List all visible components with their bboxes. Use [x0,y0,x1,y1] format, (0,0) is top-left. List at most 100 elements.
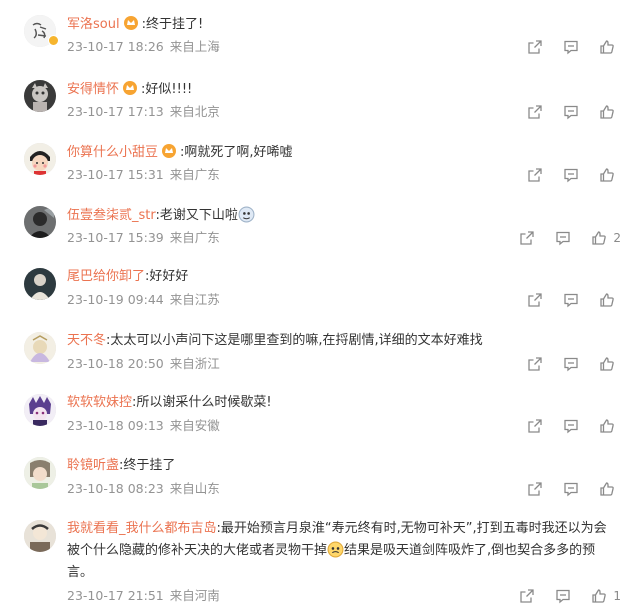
username[interactable]: 军洛soul [67,17,120,32]
emoji-icon [327,541,344,558]
share-icon [528,293,542,307]
like-count: 1 [613,589,621,603]
comment-location: 来自广东 [169,167,220,182]
comment-location: 来自浙江 [169,356,220,371]
comment-list: 军洛soul:终于挂了! 23-10-17 18:26 来自上海 安得情怀:好似!… [0,0,633,616]
avatar[interactable] [24,206,56,238]
avatar[interactable] [24,80,56,112]
comment-location: 来自上海 [169,39,220,54]
like-button[interactable] [599,481,621,497]
comment-icon [564,105,578,120]
avatar[interactable] [24,394,56,426]
avatar[interactable] [24,332,56,364]
share-icon [520,589,535,603]
reply-button[interactable] [563,39,579,55]
comment-location: 来自山东 [169,481,220,496]
comment-time: 23-10-17 15:39 [67,230,164,245]
share-button[interactable] [527,481,543,497]
thumbs-up-icon [600,357,614,371]
comment-icon [556,231,571,246]
username[interactable]: 软软软妹控 [67,395,132,410]
comment-time: 23-10-18 20:50 [67,356,164,371]
comment-icon [564,168,578,183]
comment-location: 来自河南 [169,588,220,603]
share-icon [528,40,542,54]
thumbs-up-icon [600,482,614,496]
share-icon [528,357,542,371]
like-button[interactable] [599,167,621,183]
thumbs-up-icon [592,589,607,603]
comment-time: 23-10-18 08:23 [67,481,164,496]
reply-button[interactable] [563,356,579,372]
comment-location: 来自北京 [169,104,220,119]
crown-icon [123,81,138,95]
reply-button[interactable] [563,167,579,183]
comment-text: :好似!!!! [141,82,193,97]
thumbs-up-icon [600,105,614,119]
avatar[interactable] [24,268,56,300]
share-button[interactable] [527,418,543,434]
comment-text: :终于挂了! [141,17,204,32]
comment-icon [564,419,578,434]
comment-location: 来自广东 [169,230,220,245]
avatar[interactable] [24,520,56,552]
share-button[interactable] [519,588,535,604]
thumbs-up-icon [600,40,614,54]
reply-button[interactable] [563,292,579,308]
comment-icon [556,589,571,604]
comment-time: 23-10-18 09:13 [67,418,164,433]
emoji-icon [238,206,255,223]
like-button[interactable] [599,356,621,372]
thumbs-up-icon [592,231,607,245]
username[interactable]: 聆镜听盏 [67,458,119,473]
comment-text: :啊就死了啊,好唏嘘 [180,145,293,160]
share-button[interactable] [527,356,543,372]
share-icon [528,482,542,496]
share-button[interactable] [527,167,543,183]
verified-badge-icon [48,35,59,46]
share-button[interactable] [527,104,543,120]
comment-time: 23-10-17 17:13 [67,104,164,119]
comment-time: 23-10-17 21:51 [67,588,164,603]
reply-button[interactable] [555,230,571,246]
thumbs-up-icon [600,168,614,182]
reply-button[interactable] [555,588,571,604]
reply-button[interactable] [563,104,579,120]
comment-icon [564,40,578,55]
comment-location: 来自安徽 [169,418,220,433]
comment-icon [564,357,578,372]
comment-text: :所以谢采什么时候歇菜! [132,395,272,410]
share-icon [520,231,535,245]
like-button[interactable]: 2 [591,230,621,246]
like-button[interactable] [599,104,621,120]
username[interactable]: 天不冬 [67,333,106,348]
reply-button[interactable] [563,418,579,434]
share-button[interactable] [527,292,543,308]
share-button[interactable] [527,39,543,55]
username[interactable]: 尾巴给你卸了 [67,269,145,284]
avatar[interactable] [24,143,56,175]
username[interactable]: 安得情怀 [67,82,119,97]
crown-icon [123,16,138,30]
comment-location: 来自江苏 [169,292,220,307]
like-button[interactable]: 1 [591,588,621,604]
comment-time: 23-10-19 09:44 [67,292,164,307]
crown-icon [162,144,177,158]
share-icon [528,105,542,119]
thumbs-up-icon [600,293,614,307]
like-button[interactable] [599,39,621,55]
comment-time: 23-10-17 15:31 [67,167,164,182]
reply-button[interactable] [563,481,579,497]
comment-icon [564,293,578,308]
username[interactable]: 我就看看_我什么都布吉岛 [67,521,217,536]
like-button[interactable] [599,292,621,308]
avatar[interactable] [24,457,56,489]
username[interactable]: 伍壹叁柒贰_str [67,208,156,223]
comment-text: :好好好 [145,269,189,284]
like-button[interactable] [599,418,621,434]
username[interactable]: 你算什么小甜豆 [67,145,158,160]
thumbs-up-icon [600,419,614,433]
share-icon [528,168,542,182]
comment-text: :老谢又下山啦 [155,208,238,223]
share-button[interactable] [519,230,535,246]
